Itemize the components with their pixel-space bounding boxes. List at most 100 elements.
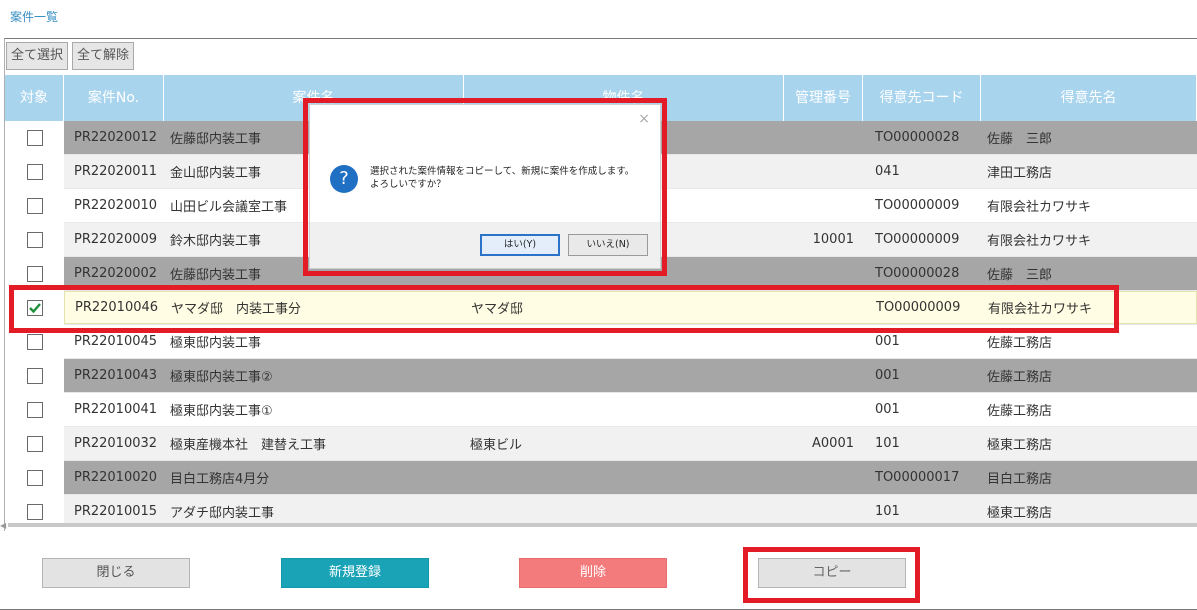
table-row[interactable]: PR22010032 極東産機本社 建替え工事 極東ビル A0001 101 極東工務店 [5, 426, 1197, 461]
row-checkbox[interactable] [26, 231, 43, 248]
dialog-message-line1: 選択された案件情報をコピーして、新規に案件を作成します。 [370, 166, 635, 177]
cell-property-name: ヤマダ邸 [471, 302, 524, 317]
table-row[interactable]: PR22010045 極東邸内装工事 001 佐藤工務店 [5, 324, 1197, 359]
row-data: PR22010046 ヤマダ邸 内装工事分 ヤマダ邸 TO00000009 有限会社カワ… [64, 291, 1197, 324]
cell-case-no: PR22010046 [75, 300, 159, 315]
row-data: PR22010015 アダチ邸内装工事 101 極東工務店 [64, 495, 1197, 523]
row-checkbox[interactable] [26, 367, 43, 384]
cell-case-name: 目白工務店4月分 [170, 472, 270, 487]
new-register-button[interactable]: 新規登録 [281, 558, 429, 588]
cell-customer-name: 極東工務店 [987, 438, 1053, 453]
deselect-all-button[interactable]: 全て解除 [72, 42, 135, 70]
cell-case-no: PR22010020 [74, 470, 158, 485]
column-header-customer-name[interactable]: 得意先名 [981, 75, 1197, 121]
yes-button[interactable]: はい(Y) [480, 234, 560, 256]
cell-customer-name: 極東工務店 [987, 506, 1053, 521]
footer-bar: 閉じる 新規登録 削除 コピー [0, 545, 1197, 610]
no-button[interactable]: いいえ(N) [568, 234, 648, 256]
cell-case-no: PR22010015 [74, 504, 158, 519]
table-row[interactable]: PR22010020 目白工務店4月分 TO00000017 目白工務店 [5, 460, 1197, 495]
row-checkbox-cell [5, 392, 64, 427]
cell-case-no: PR22010041 [74, 402, 158, 417]
row-checkbox-cell [5, 120, 64, 155]
cell-customer-code: 101 [875, 504, 900, 519]
row-checkbox[interactable] [26, 299, 43, 316]
column-header-management-no[interactable]: 管理番号 [784, 75, 863, 121]
column-header-case-no[interactable]: 案件No. [64, 75, 164, 121]
cell-customer-code: 001 [875, 402, 900, 417]
row-checkbox-cell [5, 324, 64, 359]
cell-customer-code: 101 [875, 436, 900, 451]
page-title: 案件一覧 [10, 10, 59, 24]
row-data: PR22010020 目白工務店4月分 TO00000017 目白工務店 [64, 461, 1197, 494]
cell-case-no: PR22020010 [74, 198, 158, 213]
dialog-footer: はい(Y) いいえ(N) [310, 222, 660, 268]
select-all-button[interactable]: 全て選択 [6, 42, 69, 70]
table-row[interactable]: PR22010043 極東邸内装工事② 001 佐藤工務店 [5, 358, 1197, 393]
row-data: PR22010041 極東邸内装工事① 001 佐藤工務店 [64, 393, 1197, 426]
cell-customer-code: TO00000009 [875, 232, 960, 247]
cell-case-no: PR22010043 [74, 368, 158, 383]
row-data: PR22010045 極東邸内装工事 001 佐藤工務店 [64, 325, 1197, 358]
cell-case-name: アダチ邸内装工事 [170, 506, 275, 521]
scrollbar-thumb[interactable] [8, 523, 1197, 527]
toolbar: 全て選択 全て解除 [6, 42, 135, 72]
checkmark-icon [28, 302, 41, 313]
table-row[interactable]: PR22010015 アダチ邸内装工事 101 極東工務店 [5, 494, 1197, 523]
table-row[interactable]: PR22010041 極東邸内装工事① 001 佐藤工務店 [5, 392, 1197, 427]
row-checkbox-cell [5, 188, 64, 223]
scroll-left-icon[interactable]: ◀ [0, 521, 6, 530]
close-button[interactable]: 閉じる [42, 558, 190, 588]
row-checkbox-cell [5, 154, 64, 189]
row-checkbox-cell [5, 460, 64, 495]
cell-property-name: 極東ビル [470, 438, 523, 453]
cell-customer-code: TO00000009 [875, 198, 960, 213]
question-icon: ? [330, 165, 358, 193]
cell-case-no: PR22020009 [74, 232, 158, 247]
cell-case-name: 極東産機本社 建替え工事 [170, 438, 327, 453]
cell-customer-code: TO00000028 [875, 130, 960, 145]
row-checkbox-cell [5, 222, 64, 257]
row-checkbox[interactable] [26, 129, 43, 146]
cell-customer-code: 041 [875, 164, 900, 179]
horizontal-scrollbar[interactable]: ◀ [0, 521, 1197, 530]
cell-case-no: PR22010032 [74, 436, 158, 451]
close-icon[interactable]: × [638, 111, 650, 127]
copy-button[interactable]: コピー [758, 558, 906, 588]
row-checkbox[interactable] [26, 265, 43, 282]
cell-management-no: 10001 [812, 232, 854, 247]
cell-case-no: PR22020011 [74, 164, 158, 179]
row-data: PR22010043 極東邸内装工事② 001 佐藤工務店 [64, 359, 1197, 392]
cell-customer-name: 目白工務店 [987, 472, 1053, 487]
cell-management-no: A0001 [812, 436, 854, 451]
row-checkbox-cell [5, 256, 64, 291]
column-header-target[interactable]: 対象 [5, 75, 64, 121]
cell-customer-code: 001 [875, 334, 900, 349]
row-checkbox[interactable] [26, 503, 43, 520]
confirm-dialog: × ? 選択された案件情報をコピーして、新規に案件を作成します。 よろしいですか… [309, 104, 661, 269]
row-checkbox[interactable] [26, 333, 43, 350]
table-row[interactable]: PR22010046 ヤマダ邸 内装工事分 ヤマダ邸 TO00000009 有限会社カワ… [5, 290, 1197, 325]
row-checkbox-cell [5, 494, 64, 523]
cell-customer-name: 有限会社カワサキ [987, 234, 1092, 249]
cell-case-name: 極東邸内装工事② [170, 370, 273, 385]
cell-customer-code: TO00000017 [875, 470, 960, 485]
row-checkbox[interactable] [26, 435, 43, 452]
row-checkbox[interactable] [26, 401, 43, 418]
column-header-customer-code[interactable]: 得意先コード [863, 75, 981, 121]
cell-case-no: PR22010045 [74, 334, 158, 349]
row-checkbox-cell [5, 290, 64, 325]
cell-customer-name: 津田工務店 [987, 166, 1053, 181]
row-checkbox-cell [5, 358, 64, 393]
cell-customer-name: 有限会社カワサキ [988, 302, 1093, 317]
row-checkbox[interactable] [26, 469, 43, 486]
row-checkbox[interactable] [26, 163, 43, 180]
row-data: PR22010032 極東産機本社 建替え工事 極東ビル A0001 101 極東工務店 [64, 427, 1197, 460]
cell-customer-name: 佐藤 三郎 [987, 132, 1053, 147]
cell-case-name: 極東邸内装工事① [170, 404, 273, 419]
cell-customer-code: TO00000028 [875, 266, 960, 281]
cell-customer-name: 佐藤工務店 [987, 336, 1053, 351]
delete-button[interactable]: 削除 [519, 558, 667, 588]
row-checkbox[interactable] [26, 197, 43, 214]
row-checkbox-cell [5, 426, 64, 461]
